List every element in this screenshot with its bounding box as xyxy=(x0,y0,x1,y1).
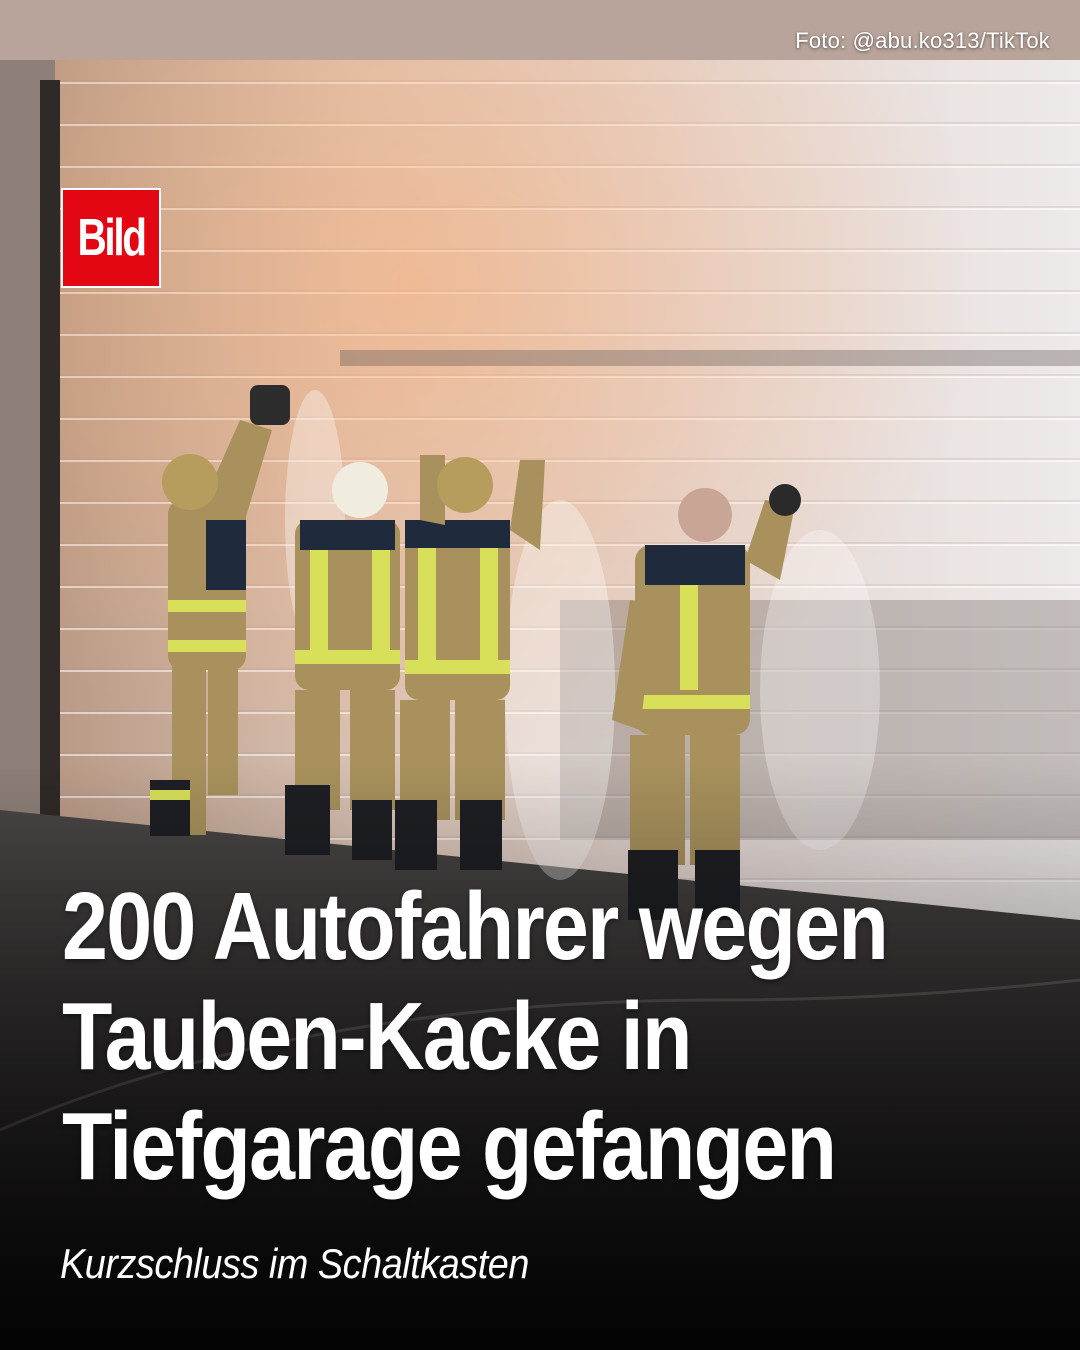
headline-line: Tiefgarage gefangen xyxy=(62,1093,837,1200)
headline: 200 Autofahrer wegen Tauben-Kacke in Tie… xyxy=(62,872,905,1202)
headline-line: Tauben-Kacke in xyxy=(62,983,692,1090)
subheadline: Kurzschluss im Schaltkasten xyxy=(60,1240,529,1287)
photo-credit: Foto: @abu.ko313/TikTok xyxy=(795,28,1050,53)
news-post-card: Foto: @abu.ko313/TikTok Bild 200 Autofah… xyxy=(0,0,1080,1350)
bild-logo-text: Bild xyxy=(77,209,147,267)
bild-logo[interactable]: Bild xyxy=(61,188,161,288)
headline-line: 200 Autofahrer wegen xyxy=(62,873,889,980)
